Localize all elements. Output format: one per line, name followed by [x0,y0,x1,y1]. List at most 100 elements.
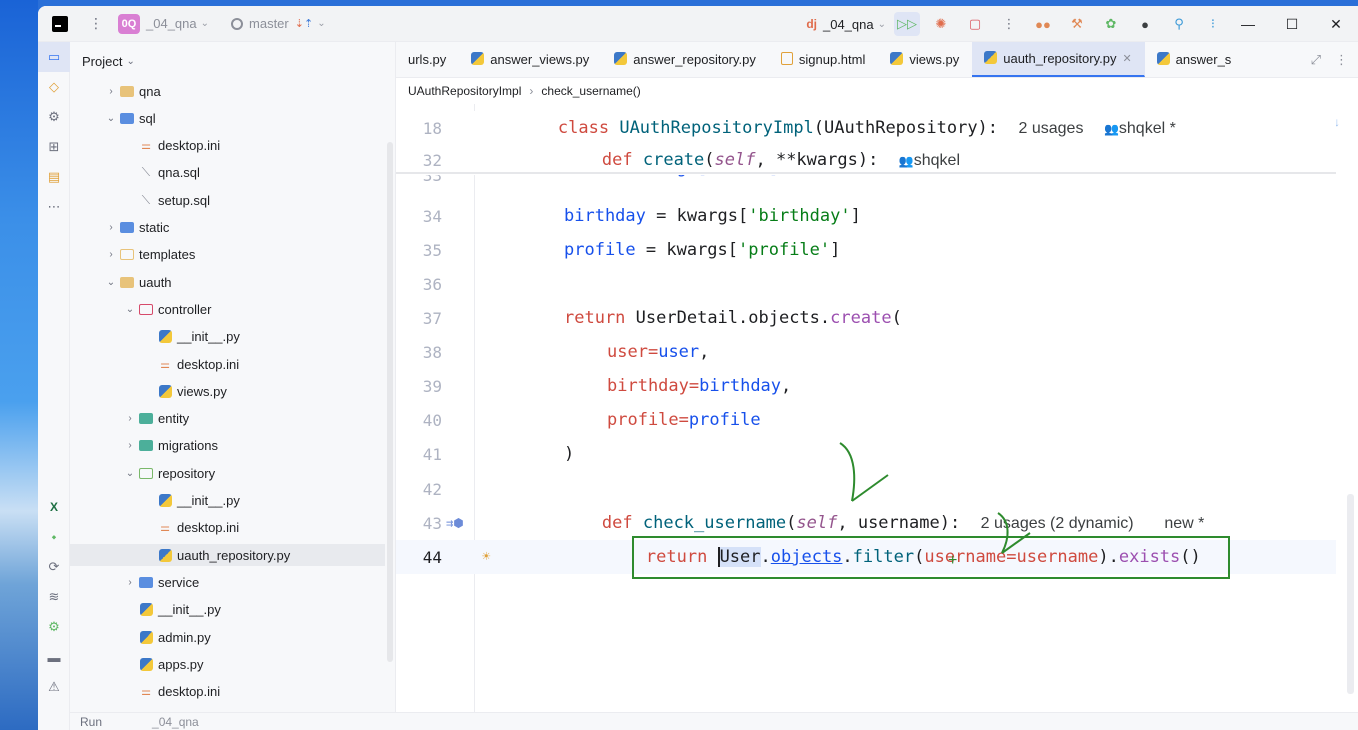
excel-icon[interactable]: X [38,492,70,522]
tree-item[interactable]: › entity [70,408,385,430]
branch-name[interactable]: master [249,16,289,31]
main-menu-icon[interactable]: ⋮ [86,15,106,32]
editor-tab[interactable]: uauth_repository.py ✕ [972,42,1145,77]
commit-icon[interactable]: ◇ [38,72,70,102]
chevron-down-icon[interactable]: ⌄ [122,304,138,315]
tree-item[interactable]: ⚌ desktop.ini [70,681,385,703]
problems-icon[interactable]: ⚠ [38,672,70,702]
chevron-right-icon[interactable]: › [103,249,119,260]
tree-item[interactable]: › service [70,571,385,593]
python-packages-icon[interactable]: ⬩ [38,522,70,552]
structure-icon[interactable]: ⊞ [38,132,70,162]
debug-button[interactable]: ✺ [928,12,954,36]
breadcrumb-method[interactable]: check_username() [541,84,640,98]
terminal-icon[interactable]: ▬ [38,642,70,672]
annotation-arrow-icon [997,512,1031,554]
line-number: 18 [422,118,442,138]
tree-item[interactable]: › migrations [70,435,385,457]
tree-item[interactable]: apps.py [70,653,385,675]
settings-icon[interactable]: ⁝ [1200,12,1226,36]
implements-gutter-icon[interactable]: ⇉⬢ [446,516,464,530]
tree-item[interactable]: admin.py [70,626,385,648]
folder-icon [138,302,154,316]
layers-icon[interactable]: ≋ [38,582,70,612]
tree-item[interactable]: __init__.py [70,326,385,348]
chevron-right-icon[interactable]: › [122,440,138,451]
close-tab-icon[interactable]: ✕ [1122,52,1131,65]
editor-tab[interactable]: answer_s [1145,42,1245,77]
tree-item[interactable]: __init__.py [70,490,385,512]
chevron-down-icon[interactable]: ⌄ [122,468,138,479]
tree-item[interactable]: __init__.py [70,599,385,621]
settings-icon[interactable]: ⚙ [38,612,70,642]
chevron-down-icon[interactable]: ⌄ [103,277,119,288]
breadcrumb-class[interactable]: UAuthRepositoryImpl [408,84,521,98]
tree-item[interactable]: ⟍ qna.sql [70,162,385,184]
editor-tab[interactable]: answer_repository.py [602,42,769,77]
project-name[interactable]: _04_qna [146,16,197,31]
pull-requests-icon[interactable]: ⚙ [38,102,70,132]
record-icon[interactable]: ● [1132,12,1158,36]
code-editor[interactable]: ⚠ 1 ↑ ↓ 33 user = kwargs['user'] 18 clas… [396,104,1358,712]
editor-tab[interactable]: views.py [878,42,972,77]
chevron-down-icon[interactable]: ⌄ [317,18,325,29]
close-button[interactable]: ✕ [1314,16,1358,33]
editor-tab[interactable]: answer_views.py [459,42,602,77]
tree-item[interactable]: ⌄ controller [70,298,385,320]
more-actions-icon[interactable]: ⋮ [996,12,1022,36]
tree-item[interactable]: › qna [70,80,385,102]
chevron-right-icon[interactable]: › [122,577,138,588]
folder-icon [119,248,135,262]
minimize-button[interactable]: — [1226,16,1270,32]
editor-tab[interactable]: urls.py [396,42,459,77]
tree-item[interactable]: ⚌ desktop.ini [70,517,385,539]
project-header[interactable]: Project ⌄ [70,42,395,80]
tree-item[interactable]: ⌄ repository [70,462,385,484]
chevron-right-icon[interactable]: › [103,86,119,97]
tree-item[interactable]: ⟍ setup.sql [70,189,385,211]
bookmarks-icon[interactable]: ▤ [38,162,70,192]
run-button[interactable]: ▷▷ [894,12,920,36]
run-config-tab[interactable]: _04_qna [152,715,199,729]
python-file-icon [890,51,904,68]
stop-button[interactable]: ▢ [962,12,988,36]
run-config-selector[interactable]: _04_qna [823,17,874,32]
tree-item[interactable]: › templates [70,244,385,266]
code-with-me-icon[interactable]: ●● [1030,12,1056,36]
chevron-down-icon[interactable]: ⌄ [878,19,886,30]
chevron-down-icon[interactable]: ⌄ [201,18,209,29]
scrollbar[interactable] [387,142,393,662]
more-icon[interactable]: ⋯ [38,192,70,222]
tree-item[interactable]: ⚌ desktop.ini [70,135,385,157]
tree-item[interactable]: ⚌ desktop.ini [70,353,385,375]
chevron-down-icon[interactable]: ⌄ [103,113,119,124]
title-bar: ⋮ 0Q _04_qna ⌄ master ⇣⇡ ⌄ dj _04_qna ⌄ … [38,6,1358,42]
tree-item[interactable]: ⌄ uauth [70,271,385,293]
chevron-down-icon[interactable]: ⌄ [126,56,134,67]
tree-item[interactable]: ⌄ sql [70,107,385,129]
tree-item[interactable]: views.py [70,380,385,402]
code-line-39: 39 birthday=birthday, [396,369,1336,403]
tree-item[interactable]: › static [70,217,385,239]
editor-tab[interactable]: signup.html [769,42,878,77]
chevron-right-icon[interactable]: › [103,222,119,233]
services-icon[interactable]: ⟳ [38,552,70,582]
build-tools-icon[interactable]: ⚒ [1064,12,1090,36]
ai-assistant-icon[interactable]: ✿ [1098,12,1124,36]
lightbulb-icon[interactable]: ☀ [482,549,490,565]
author-hint[interactable]: shqkel [914,152,960,169]
more-tabs-icon[interactable]: ⋮ [1335,52,1348,68]
chevron-right-icon[interactable]: › [122,413,138,424]
scrollbar[interactable] [1347,494,1354,694]
maximize-button[interactable]: ☐ [1270,16,1314,33]
annotation-arrow-icon [839,442,889,502]
author-hint[interactable]: shqkel * [1119,120,1176,137]
run-tab[interactable]: Run [80,715,102,729]
tree-item[interactable]: uauth_repository.py [70,544,385,567]
project-icon[interactable]: ▭ [38,42,70,72]
expand-icon[interactable]: ⤢ [1311,52,1321,68]
usages-hint[interactable]: 2 usages [1019,120,1084,137]
search-icon[interactable]: ⚲ [1166,12,1192,36]
project-badge[interactable]: 0Q [118,13,140,34]
bracket: ( [891,308,902,328]
